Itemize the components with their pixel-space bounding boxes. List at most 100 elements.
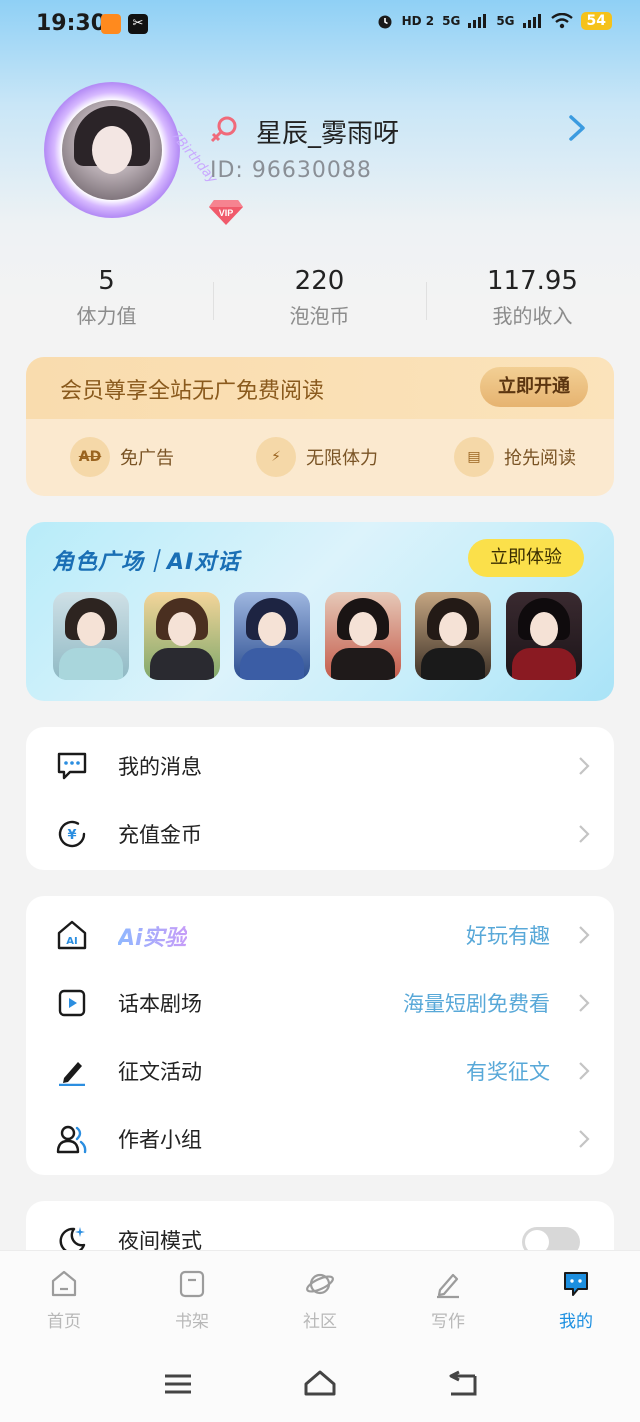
menu-item-author-group[interactable]: 作者小组	[26, 1104, 614, 1172]
menu-item-writing-contest[interactable]: 征文活动 有奖征文	[26, 1036, 614, 1104]
nav-bookshelf[interactable]: 书架	[128, 1269, 256, 1332]
bookshelf-icon	[179, 1270, 205, 1298]
menu-label: 我的消息	[118, 755, 202, 779]
write-icon	[437, 1273, 459, 1299]
nav-label: 写作	[431, 1312, 465, 1332]
chevron-right-icon	[579, 926, 590, 944]
stat-bubble-coins[interactable]: 220 泡泡币	[213, 266, 426, 329]
signal-5g-label-1: 5G	[442, 14, 461, 28]
vip-open-button[interactable]: 立即开通	[480, 367, 588, 407]
menu-icon[interactable]	[161, 1368, 195, 1400]
profile-chevron-right-icon[interactable]	[566, 114, 588, 142]
menu-label: Ai实验	[118, 920, 187, 952]
role-avatar[interactable]	[144, 592, 220, 680]
role-avatar[interactable]	[506, 592, 582, 680]
vip-badge[interactable]: VIP	[208, 198, 244, 226]
play-icon	[58, 989, 86, 1017]
benefit-label: 抢先阅读	[504, 448, 576, 469]
user-avatar[interactable]: 7Birthday	[44, 82, 220, 218]
stat-stamina[interactable]: 5 体力值	[0, 266, 213, 329]
pen-icon	[59, 1062, 85, 1086]
role-avatar[interactable]	[234, 592, 310, 680]
vip-badge-label: VIP	[219, 208, 234, 218]
menu-item-messages[interactable]: 我的消息	[26, 731, 614, 799]
menu-label: 征文活动	[118, 1060, 202, 1084]
alarm-icon	[378, 15, 392, 29]
role-plaza-title: 角色广场｜AI对话	[52, 550, 241, 575]
coin-icon: ¥	[58, 820, 86, 848]
benefit-label: 无限体力	[306, 448, 378, 469]
vip-card-title: 会员尊享全站无广免费阅读	[60, 379, 325, 404]
user-id: ID: 96630088	[210, 158, 372, 183]
stat-income[interactable]: 117.95 我的收入	[426, 266, 639, 329]
menu-item-recharge[interactable]: ¥ 充值金币	[26, 799, 614, 867]
user-stats: 5 体力值 220 泡泡币 117.95 我的收入	[0, 266, 640, 336]
chevron-right-icon	[579, 1062, 590, 1080]
home-icon	[51, 1270, 77, 1297]
status-indicators: HD 2 5G 5G 54	[376, 12, 612, 30]
group-icon	[56, 1125, 87, 1154]
nav-label: 书架	[175, 1312, 209, 1332]
svg-text:¥: ¥	[67, 828, 76, 843]
vip-diamond-icon: VIP	[209, 200, 243, 225]
benefit-label: 免广告	[120, 448, 174, 469]
role-avatar[interactable]	[415, 592, 491, 680]
menu-label: 作者小组	[118, 1128, 202, 1152]
nav-profile[interactable]: 我的	[512, 1269, 640, 1332]
status-bar: 19:30 ✂ HD 2 5G 5G 54	[0, 0, 640, 50]
stat-value: 220	[294, 266, 345, 296]
menu-group-features: AI Ai实验 好玩有趣 话本剧场 海量短剧免费看 征文活动 有奖征文 作者小组	[26, 896, 614, 1175]
book-icon: ▤	[454, 437, 494, 477]
female-gender-icon	[210, 116, 237, 143]
username[interactable]: 星辰_雾雨呀	[256, 113, 399, 150]
nav-home[interactable]: 首页	[0, 1269, 128, 1332]
nav-write[interactable]: 写作	[384, 1269, 512, 1332]
signal-5g-label-2: 5G	[496, 14, 515, 28]
svg-text:AI: AI	[66, 936, 77, 947]
vip-membership-card[interactable]: 会员尊享全站无广免费阅读 立即开通 AD 免广告 ⚡ 无限体力 ▤ 抢先阅读	[26, 357, 614, 496]
home-button-icon[interactable]	[303, 1368, 337, 1400]
network-hd-label: HD 2	[401, 14, 435, 28]
nav-label: 社区	[303, 1312, 337, 1332]
stat-value: 117.95	[487, 266, 578, 296]
chevron-right-icon	[579, 994, 590, 1012]
menu-group-account: 我的消息 ¥ 充值金币	[26, 727, 614, 870]
bottom-navigation: 首页 书架 社区 写作 我的	[0, 1250, 640, 1348]
role-plaza-card[interactable]: 角色广场｜AI对话 立即体验	[26, 522, 614, 701]
menu-extra: 有奖征文	[466, 1060, 550, 1084]
chevron-right-icon	[579, 825, 590, 843]
ai-home-icon: AI	[57, 920, 87, 950]
menu-extra: 海量短剧免费看	[403, 992, 550, 1016]
role-avatar[interactable]	[53, 592, 129, 680]
stat-label: 体力值	[76, 304, 137, 328]
lightning-icon: ⚡	[256, 437, 296, 477]
menu-label: 话本剧场	[118, 992, 202, 1016]
menu-label: 充值金币	[118, 823, 202, 847]
planet-icon	[306, 1273, 334, 1295]
no-ad-icon: AD	[70, 437, 110, 477]
signal-bars-icon	[468, 14, 487, 28]
avatar-image	[62, 100, 162, 200]
chevron-right-icon	[579, 1130, 590, 1148]
profile-chat-icon	[564, 1272, 588, 1296]
nav-community[interactable]: 社区	[256, 1269, 384, 1332]
role-avatar[interactable]	[325, 592, 401, 680]
benefit-no-ads[interactable]: AD 免广告	[70, 437, 174, 477]
message-icon	[57, 752, 87, 780]
try-now-button[interactable]: 立即体验	[468, 539, 584, 577]
battery-indicator: 54	[580, 12, 612, 30]
menu-item-ai-lab[interactable]: AI Ai实验 好玩有趣	[26, 900, 614, 968]
system-navigation-bar	[0, 1348, 640, 1422]
nav-label: 我的	[559, 1312, 593, 1332]
stat-value: 5	[98, 266, 115, 296]
menu-extra: 好玩有趣	[466, 924, 550, 948]
nav-label: 首页	[47, 1312, 81, 1332]
benefit-early-reading[interactable]: ▤ 抢先阅读	[454, 437, 576, 477]
benefit-unlimited-stamina[interactable]: ⚡ 无限体力	[256, 437, 378, 477]
stat-label: 我的收入	[492, 304, 573, 328]
back-icon[interactable]	[445, 1368, 479, 1400]
chevron-right-icon	[579, 757, 590, 775]
menu-item-theater[interactable]: 话本剧场 海量短剧免费看	[26, 968, 614, 1036]
notification-app-icon	[101, 14, 121, 34]
capcut-icon: ✂	[128, 14, 148, 34]
